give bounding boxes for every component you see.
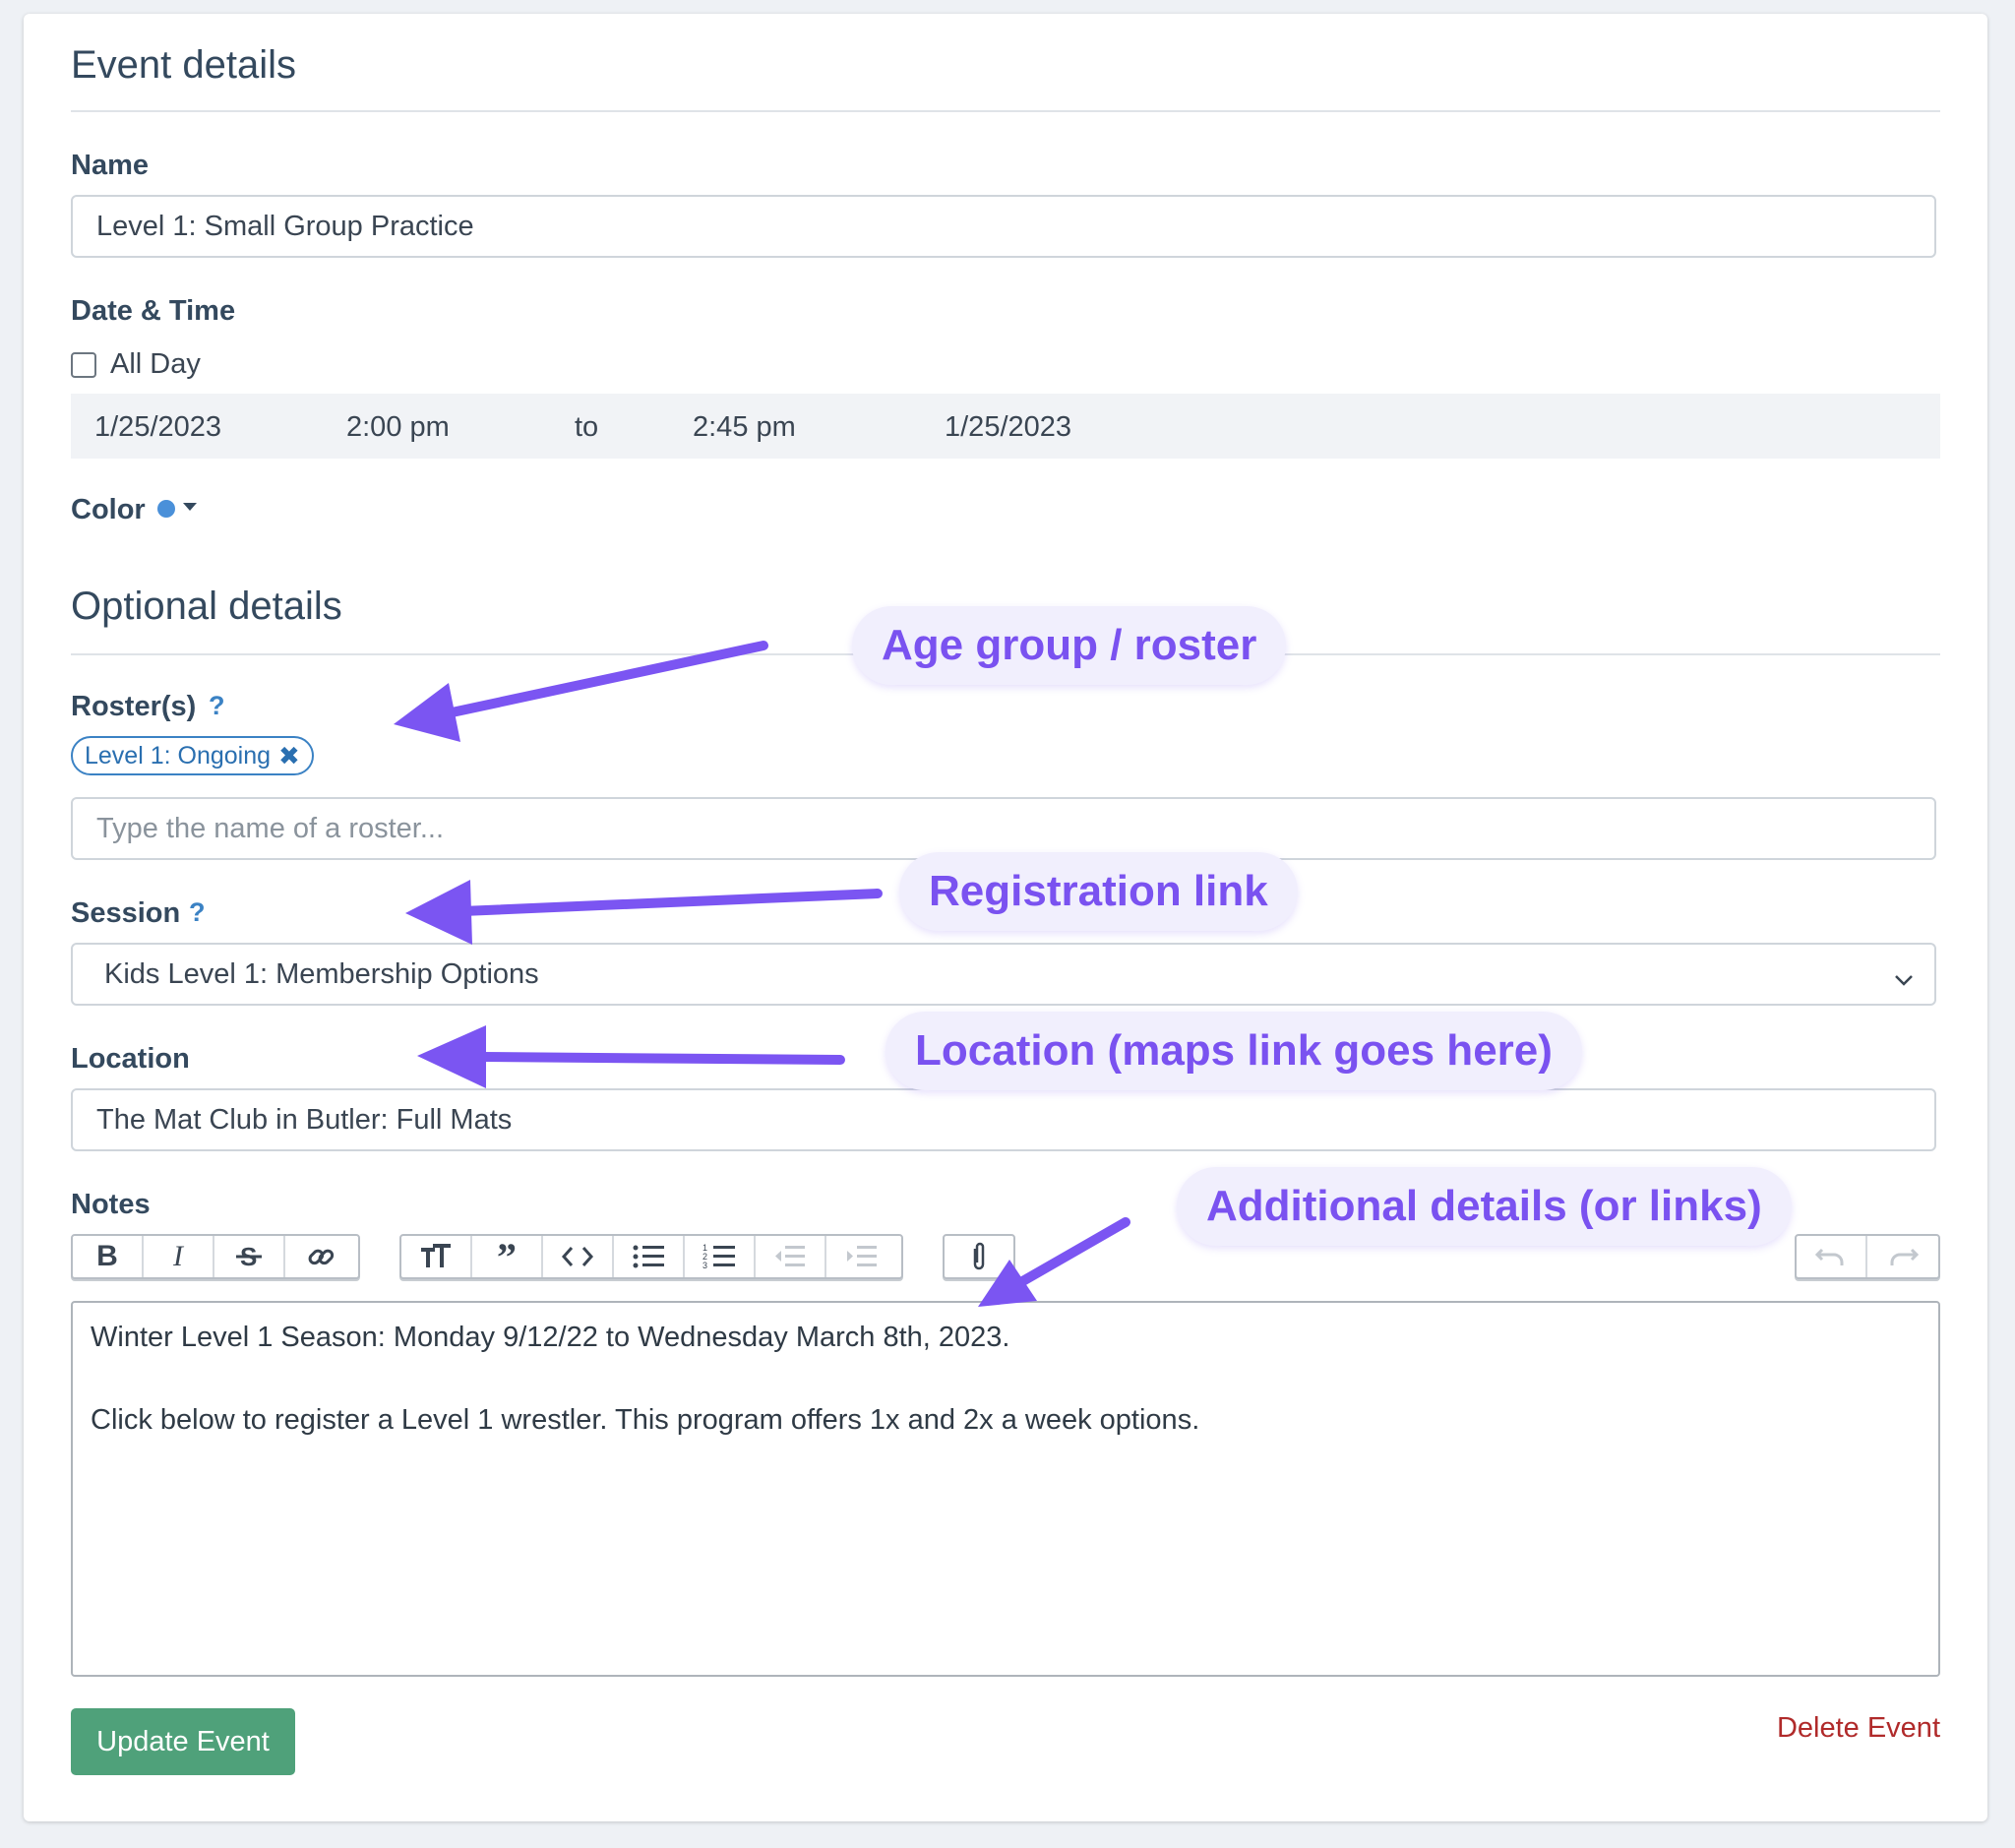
- datetime-row: 1/25/2023 2:00 pm to 2:45 pm 1/25/2023: [71, 394, 1940, 459]
- all-day-label: All Day: [110, 348, 201, 380]
- attach-group: [943, 1234, 1015, 1279]
- chevron-down-icon: [1893, 962, 1915, 995]
- color-picker[interactable]: [157, 500, 199, 518]
- text-format-group: B I S: [71, 1234, 360, 1279]
- callout-additional: Additional details (or links): [1177, 1167, 1792, 1246]
- rosters-label: Roster(s): [71, 691, 197, 722]
- bold-icon[interactable]: B: [73, 1236, 144, 1277]
- link-icon[interactable]: [285, 1236, 356, 1277]
- optional-details-heading: Optional details: [71, 585, 342, 628]
- callout-registration: Registration link: [899, 852, 1298, 931]
- delete-event-link[interactable]: Delete Event: [1777, 1712, 1940, 1745]
- end-date-input[interactable]: 1/25/2023: [945, 411, 1071, 444]
- session-label: Session: [71, 897, 181, 929]
- roster-tag-label: Level 1: Ongoing: [85, 741, 272, 770]
- callout-location: Location (maps link goes here): [885, 1012, 1582, 1090]
- start-time-input[interactable]: 2:00 pm: [346, 411, 450, 444]
- end-time-input[interactable]: 2:45 pm: [693, 411, 796, 444]
- update-event-button[interactable]: Update Event: [71, 1708, 295, 1775]
- all-day-checkbox[interactable]: [71, 352, 96, 378]
- rosters-help-icon[interactable]: ?: [209, 691, 225, 721]
- outdent-icon[interactable]: [756, 1236, 826, 1277]
- numbered-list-icon[interactable]: 123: [685, 1236, 756, 1277]
- name-label: Name: [71, 150, 149, 181]
- italic-icon[interactable]: I: [144, 1236, 214, 1277]
- bullet-list-icon[interactable]: [614, 1236, 685, 1277]
- block-format-group: ” 123: [399, 1234, 903, 1279]
- notes-editor[interactable]: Winter Level 1 Season: Monday 9/12/22 to…: [71, 1301, 1940, 1677]
- quote-icon[interactable]: ”: [472, 1235, 543, 1279]
- notes-line: Click below to register a Level 1 wrestl…: [91, 1404, 1200, 1436]
- strikethrough-icon[interactable]: S: [214, 1236, 285, 1277]
- caret-down-icon: [181, 500, 199, 518]
- undo-icon[interactable]: [1797, 1236, 1867, 1277]
- remove-tag-icon[interactable]: ✖: [278, 741, 300, 771]
- heading-icon[interactable]: [401, 1236, 472, 1277]
- datetime-label: Date & Time: [71, 295, 236, 327]
- divider: [71, 110, 1940, 112]
- color-label: Color: [71, 494, 146, 525]
- svg-text:3: 3: [702, 1261, 707, 1270]
- roster-search-input[interactable]: Type the name of a roster...: [71, 797, 1936, 860]
- location-input[interactable]: The Mat Club in Butler: Full Mats: [71, 1088, 1936, 1151]
- roster-tag: Level 1: Ongoing ✖: [71, 736, 314, 775]
- attach-icon[interactable]: [945, 1236, 1013, 1277]
- callout-roster: Age group / roster: [852, 606, 1287, 685]
- notes-line: Winter Level 1 Season: Monday 9/12/22 to…: [91, 1322, 1010, 1353]
- code-icon[interactable]: [543, 1236, 614, 1277]
- to-label: to: [575, 411, 599, 443]
- notes-label: Notes: [71, 1189, 151, 1220]
- history-group: [1795, 1234, 1940, 1279]
- name-input[interactable]: Level 1: Small Group Practice: [71, 195, 1936, 258]
- redo-icon[interactable]: [1867, 1236, 1938, 1277]
- location-label: Location: [71, 1043, 190, 1075]
- start-date-input[interactable]: 1/25/2023: [94, 411, 221, 444]
- color-swatch: [157, 500, 175, 518]
- indent-icon[interactable]: [826, 1236, 897, 1277]
- event-details-heading: Event details: [71, 43, 297, 87]
- session-select[interactable]: Kids Level 1: Membership Options: [71, 943, 1936, 1006]
- session-help-icon[interactable]: ?: [189, 897, 206, 928]
- session-selected-value: Kids Level 1: Membership Options: [104, 957, 539, 990]
